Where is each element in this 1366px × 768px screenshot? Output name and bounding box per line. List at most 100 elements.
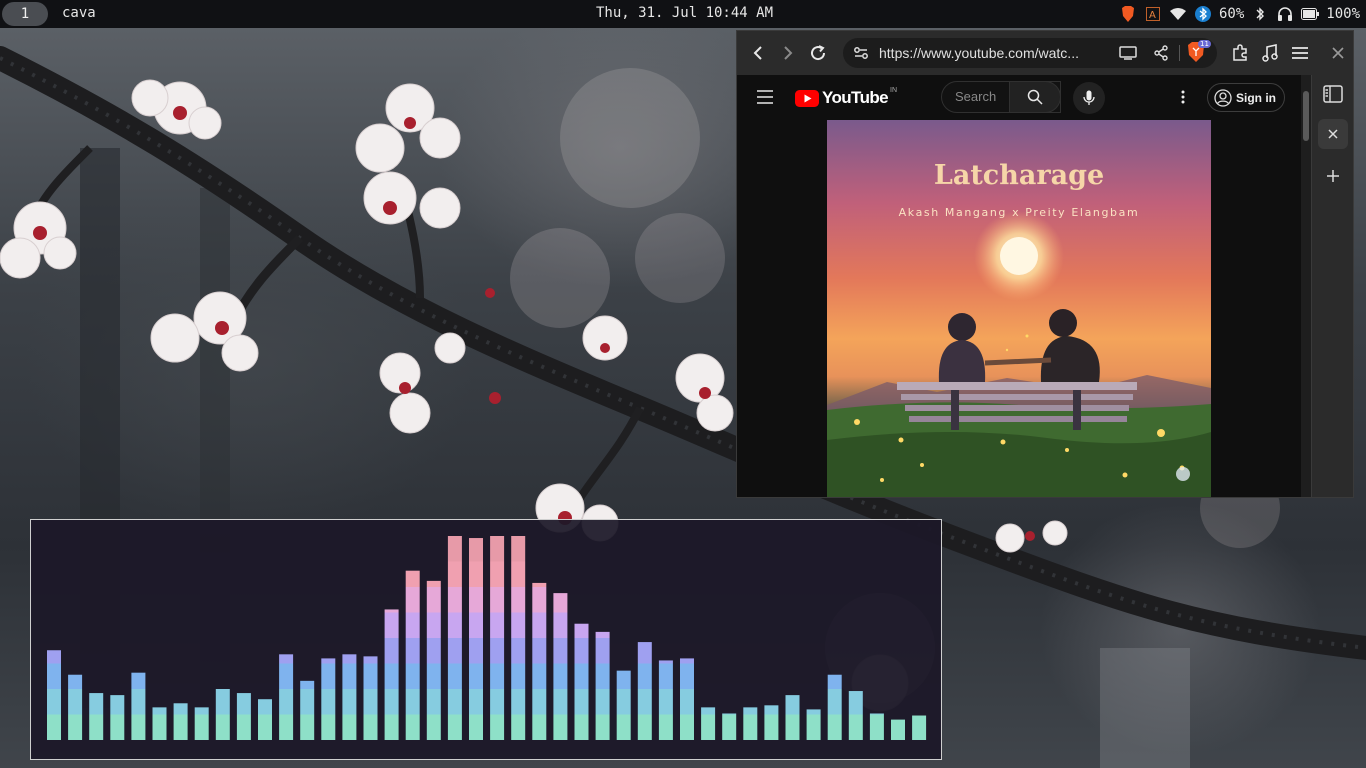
spectrum-bar xyxy=(511,536,526,740)
spectrum-bar xyxy=(384,609,399,740)
spectrum-bar xyxy=(89,693,104,740)
close-window-button[interactable] xyxy=(1325,40,1351,66)
sign-in-button[interactable]: Sign in xyxy=(1207,83,1285,112)
spectrum-bar xyxy=(47,650,61,740)
microphone-icon xyxy=(1083,90,1095,105)
spectrum-bar xyxy=(279,654,294,740)
spectrum-bar xyxy=(553,593,568,740)
url-separator xyxy=(1179,45,1180,61)
spectrum-bar xyxy=(574,623,589,740)
spectrum-bar xyxy=(215,689,230,740)
spectrum-bar xyxy=(110,695,125,740)
spectrum-bar xyxy=(152,707,167,740)
search-button[interactable] xyxy=(1009,81,1061,113)
spectrum-bar xyxy=(891,719,905,740)
spectrum-bar xyxy=(806,709,821,740)
bluetooth-icon[interactable] xyxy=(1194,5,1212,23)
url-text: https://www.youtube.com/watc... xyxy=(879,45,1079,61)
scrollbar-thumb[interactable] xyxy=(1303,91,1309,141)
spectrum-bar xyxy=(637,642,652,740)
close-icon xyxy=(1332,47,1344,59)
sidebar-toggle-button[interactable] xyxy=(1318,79,1348,109)
spectrum-bar xyxy=(236,693,251,740)
svg-text:A: A xyxy=(1149,10,1156,21)
spectrum-bar xyxy=(173,703,188,740)
back-button[interactable] xyxy=(745,40,771,66)
browser-window: https://www.youtube.com/watc... 11 YouTu… xyxy=(736,30,1354,498)
reload-icon xyxy=(811,45,826,61)
media-button[interactable] xyxy=(1257,40,1283,66)
brave-shield-button[interactable]: 11 xyxy=(1187,40,1211,64)
spectrum-bar xyxy=(469,538,483,740)
youtube-logo-text: YouTube xyxy=(822,88,889,107)
cast-icon[interactable] xyxy=(1119,46,1137,60)
font-icon[interactable]: A xyxy=(1144,5,1162,23)
page-scrollbar[interactable] xyxy=(1301,75,1311,497)
spectrum-bar xyxy=(827,674,842,740)
workspace-number: 1 xyxy=(20,6,30,22)
spectrum-bar xyxy=(447,536,462,740)
spectrum-bar xyxy=(532,582,547,740)
sidebar-add-button[interactable] xyxy=(1318,161,1348,191)
youtube-header: YouTube IN Search Sign in xyxy=(737,75,1301,119)
spectrum-bar xyxy=(321,658,336,740)
volume-level[interactable]: 60% xyxy=(1219,6,1244,22)
brave-icon[interactable] xyxy=(1119,5,1137,23)
extensions-icon xyxy=(1233,44,1247,61)
clock[interactable]: Thu, 31. Jul 10:44 AM xyxy=(596,5,773,21)
browser-sidebar xyxy=(1311,75,1353,497)
spectrum-bar xyxy=(363,656,378,740)
headset-icon[interactable] xyxy=(1276,5,1294,23)
workspace-indicator[interactable]: 1 xyxy=(2,2,48,26)
spectrum-bar xyxy=(342,654,357,740)
more-vert-icon xyxy=(1181,90,1185,104)
forward-button[interactable] xyxy=(775,40,801,66)
spectrum-bar xyxy=(912,715,927,740)
sidebar-panel-icon xyxy=(1323,85,1343,103)
spectrum-bar xyxy=(426,580,441,740)
wifi-icon[interactable] xyxy=(1169,5,1187,23)
reload-button[interactable] xyxy=(805,40,831,66)
country-code: IN xyxy=(890,86,897,94)
voice-search-button[interactable] xyxy=(1073,82,1105,114)
battery-level: 100% xyxy=(1326,6,1360,22)
spectrum-bar xyxy=(722,713,737,740)
system-tray: A 60% 100% xyxy=(1119,4,1360,24)
extensions-button[interactable] xyxy=(1227,40,1253,66)
spectrum-bar xyxy=(848,691,863,740)
youtube-page: YouTube IN Search Sign in Latcharage Aka… xyxy=(737,75,1311,497)
account-icon xyxy=(1214,88,1232,107)
bluetooth-audio-icon[interactable] xyxy=(1251,5,1269,23)
close-icon xyxy=(1328,129,1338,139)
top-status-bar: 1 cava Thu, 31. Jul 10:44 AM A 60% 100% xyxy=(0,0,1366,28)
add-icon xyxy=(1327,170,1339,182)
sidebar-close-button[interactable] xyxy=(1318,119,1348,149)
spectrum-bar xyxy=(131,672,146,740)
spectrum-bar xyxy=(785,695,800,740)
youtube-play-icon xyxy=(795,89,819,107)
cava-visualizer-window xyxy=(30,519,942,760)
spectrum-bar xyxy=(490,536,505,740)
back-icon xyxy=(753,46,762,60)
spectrum-bar xyxy=(701,707,716,740)
video-player[interactable]: Latcharage Akash Mangang x Preity Elangb… xyxy=(827,120,1211,497)
battery-icon[interactable] xyxy=(1301,5,1320,23)
share-icon[interactable] xyxy=(1153,45,1169,61)
hamburger-menu-icon[interactable] xyxy=(755,87,777,107)
spectrum-bar xyxy=(764,705,779,740)
spectrum-bar xyxy=(595,631,610,740)
audio-spectrum xyxy=(47,536,927,740)
spectrum-bar xyxy=(300,680,315,740)
menu-button[interactable] xyxy=(1287,40,1313,66)
more-options-button[interactable] xyxy=(1173,87,1193,107)
video-artist-art: Akash Mangang x Preity Elangbam xyxy=(898,206,1140,219)
browser-toolbar: https://www.youtube.com/watc... 11 xyxy=(737,31,1353,75)
spectrum-bar xyxy=(658,660,673,740)
search-icon xyxy=(1027,89,1043,105)
spectrum-bar xyxy=(680,658,694,740)
spectrum-bar xyxy=(194,707,209,740)
spectrum-bar xyxy=(405,570,420,740)
address-bar[interactable]: https://www.youtube.com/watc... 11 xyxy=(843,38,1217,68)
site-settings-icon[interactable] xyxy=(853,45,869,61)
youtube-logo[interactable]: YouTube IN xyxy=(795,86,897,108)
